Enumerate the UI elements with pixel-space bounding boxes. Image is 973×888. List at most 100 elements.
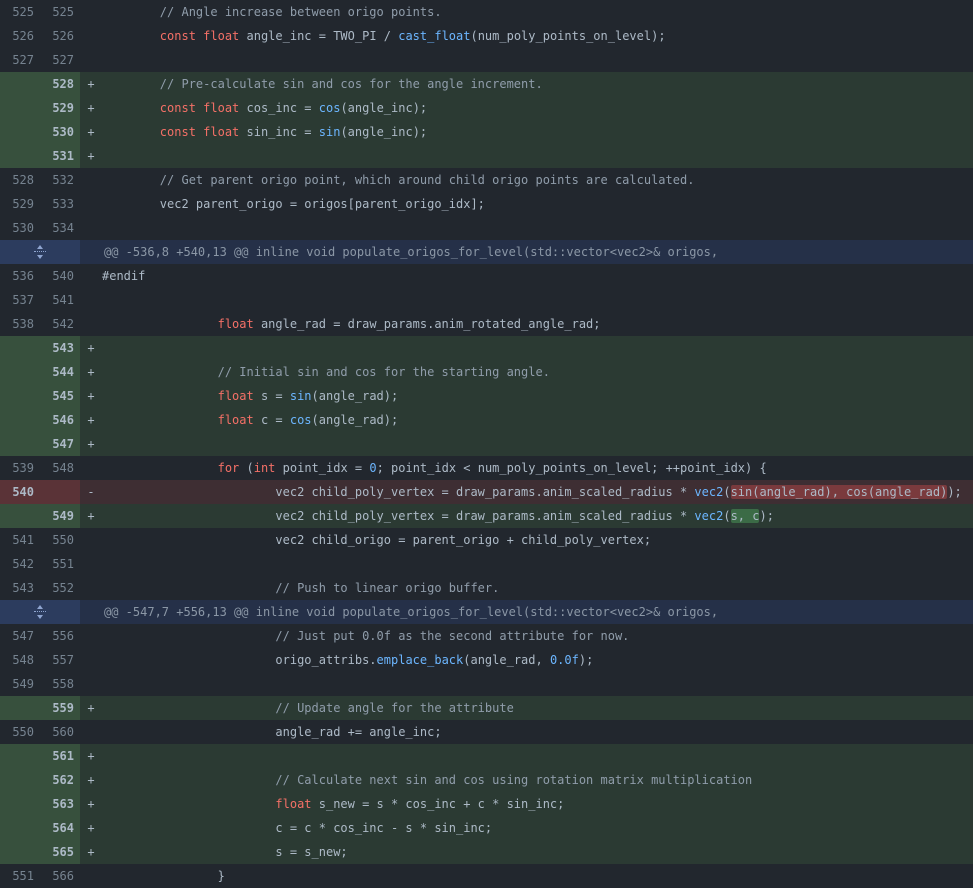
new-line-number[interactable]: 557 [40, 648, 80, 672]
old-line-number[interactable]: 530 [0, 216, 40, 240]
old-line-number[interactable]: 529 [0, 192, 40, 216]
new-line-number[interactable]: 551 [40, 552, 80, 576]
old-line-number[interactable]: 537 [0, 288, 40, 312]
old-line-number[interactable]: 549 [0, 672, 40, 696]
code-token: ( [723, 509, 731, 523]
old-line-number[interactable]: 543 [0, 576, 40, 600]
new-line-number[interactable]: 531 [40, 144, 80, 168]
new-line-number[interactable]: 560 [40, 720, 80, 744]
new-line-number[interactable]: 559 [40, 696, 80, 720]
new-line-number[interactable]: 533 [40, 192, 80, 216]
new-line-number[interactable]: 528 [40, 72, 80, 96]
old-line-number[interactable]: 538 [0, 312, 40, 336]
new-line-number[interactable] [40, 480, 80, 504]
diff-sign: + [87, 413, 95, 427]
old-line-number[interactable]: 528 [0, 168, 40, 192]
old-line-number[interactable] [0, 384, 40, 408]
diff-sign: + [87, 77, 95, 91]
old-line-number[interactable]: 525 [0, 0, 40, 24]
context-line: 543 552 // Push to linear origo buffer. [0, 576, 973, 600]
code-line: float c = cos(angle_rad); [102, 408, 973, 432]
old-line-number[interactable]: 526 [0, 24, 40, 48]
new-line-number[interactable]: 545 [40, 384, 80, 408]
old-line-number[interactable] [0, 408, 40, 432]
new-line-number[interactable]: 563 [40, 792, 80, 816]
old-line-number[interactable] [0, 816, 40, 840]
old-line-number[interactable]: 540 [0, 480, 40, 504]
new-line-number[interactable]: 558 [40, 672, 80, 696]
new-line-number[interactable]: 552 [40, 576, 80, 600]
new-line-number[interactable]: 564 [40, 816, 80, 840]
code-line: // Get parent origo point, which around … [102, 168, 973, 192]
old-line-number[interactable]: 527 [0, 48, 40, 72]
new-line-number[interactable]: 566 [40, 864, 80, 888]
code-token: s, c [730, 509, 760, 523]
new-line-number[interactable]: 550 [40, 528, 80, 552]
code-token: // Initial sin and cos for the starting … [217, 365, 550, 379]
added-line: 531 + [0, 144, 973, 168]
old-line-number[interactable]: 539 [0, 456, 40, 480]
code-token: float [275, 797, 312, 811]
old-line-number[interactable] [0, 696, 40, 720]
diff-sign [80, 456, 102, 480]
old-line-number[interactable]: 536 [0, 264, 40, 288]
old-line-number[interactable] [0, 72, 40, 96]
old-line-number[interactable]: 547 [0, 624, 40, 648]
new-line-number[interactable]: 547 [40, 432, 80, 456]
old-line-number[interactable] [0, 144, 40, 168]
diff-sign [80, 0, 102, 24]
old-line-number[interactable]: 550 [0, 720, 40, 744]
code-token: ( [239, 461, 254, 475]
new-line-number[interactable]: 527 [40, 48, 80, 72]
old-line-number[interactable] [0, 840, 40, 864]
code-token: ; point_idx < num_poly_points_on_level; … [376, 461, 767, 475]
new-line-number[interactable]: 561 [40, 744, 80, 768]
context-line: 527 527 [0, 48, 973, 72]
new-line-number[interactable]: 565 [40, 840, 80, 864]
old-line-number[interactable] [0, 504, 40, 528]
new-line-number[interactable]: 534 [40, 216, 80, 240]
old-line-number[interactable]: 548 [0, 648, 40, 672]
diff-sign: - [87, 485, 95, 499]
diff-sign [80, 192, 102, 216]
new-line-number[interactable]: 540 [40, 264, 80, 288]
old-line-number[interactable] [0, 120, 40, 144]
old-line-number[interactable]: 542 [0, 552, 40, 576]
new-line-number[interactable]: 530 [40, 120, 80, 144]
old-line-number[interactable] [0, 336, 40, 360]
new-line-number[interactable]: 525 [40, 0, 80, 24]
new-line-number[interactable]: 546 [40, 408, 80, 432]
old-line-number[interactable] [0, 792, 40, 816]
code-token: float [217, 413, 254, 427]
old-line-number[interactable]: 541 [0, 528, 40, 552]
old-line-number[interactable] [0, 744, 40, 768]
old-line-number[interactable] [0, 96, 40, 120]
old-line-number[interactable] [0, 768, 40, 792]
new-line-number[interactable]: 529 [40, 96, 80, 120]
new-line-number[interactable]: 526 [40, 24, 80, 48]
new-line-number[interactable]: 543 [40, 336, 80, 360]
old-line-number[interactable]: 551 [0, 864, 40, 888]
new-line-number[interactable]: 541 [40, 288, 80, 312]
new-line-number[interactable]: 549 [40, 504, 80, 528]
code-line: // Pre-calculate sin and cos for the ang… [102, 72, 973, 96]
new-line-number[interactable]: 532 [40, 168, 80, 192]
new-line-number[interactable]: 544 [40, 360, 80, 384]
old-line-number[interactable] [0, 432, 40, 456]
expand-hunk-button[interactable] [0, 240, 80, 264]
expand-hunk-button[interactable] [0, 600, 80, 624]
code-token: // Push to linear origo buffer. [275, 581, 500, 595]
new-line-number[interactable]: 542 [40, 312, 80, 336]
diff-sign [80, 216, 102, 240]
new-line-number[interactable]: 562 [40, 768, 80, 792]
new-line-number[interactable]: 556 [40, 624, 80, 648]
old-line-number[interactable] [0, 360, 40, 384]
new-line-number[interactable]: 548 [40, 456, 80, 480]
